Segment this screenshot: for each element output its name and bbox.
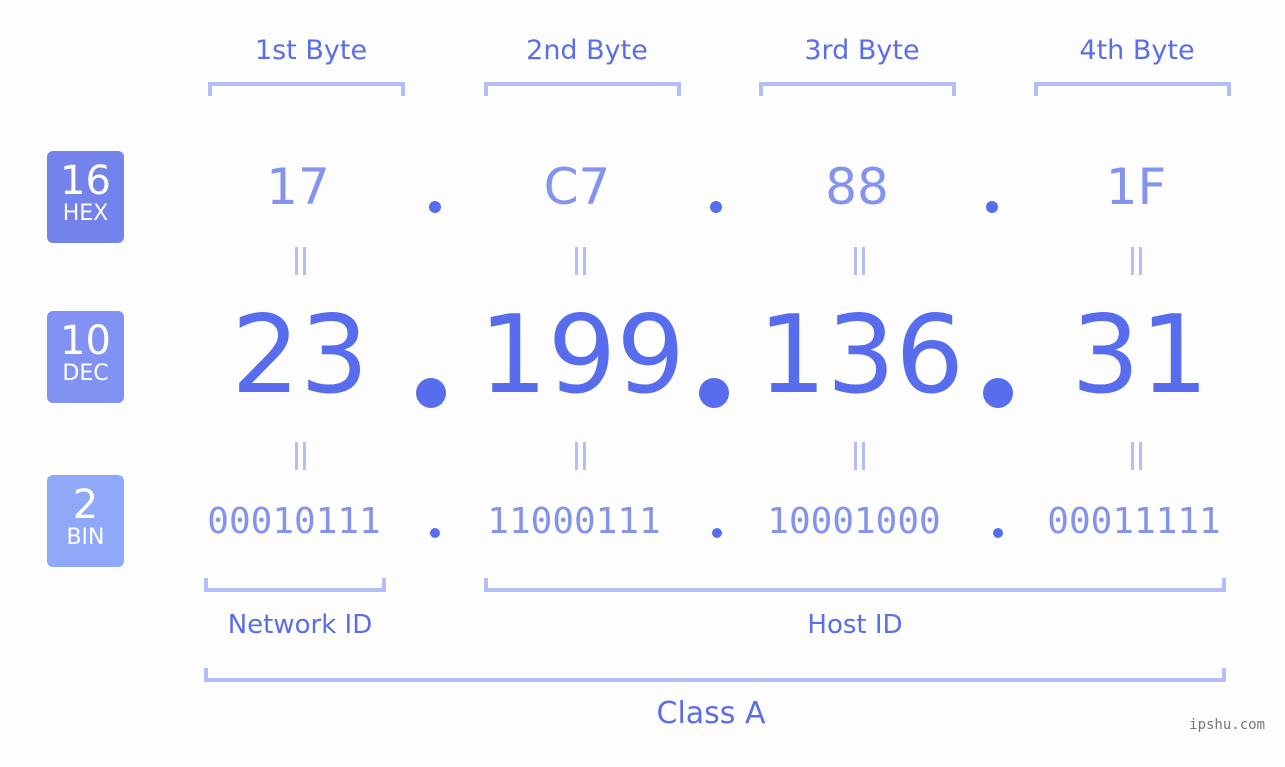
byte-bracket-4 bbox=[1034, 82, 1231, 96]
byte-bracket-2 bbox=[484, 82, 681, 96]
hex-dot-3 bbox=[986, 201, 998, 213]
hex-dot-1 bbox=[429, 201, 441, 213]
dec-octet-1: 23 bbox=[231, 293, 369, 418]
hex-octet-2: C7 bbox=[543, 158, 611, 216]
dec-badge: 10 DEC bbox=[47, 311, 124, 403]
byte-header-1: 1st Byte bbox=[254, 35, 368, 66]
byte-header-3: 3rd Byte bbox=[804, 35, 920, 66]
bin-badge-number: 2 bbox=[72, 482, 99, 528]
hex-dot-2 bbox=[710, 201, 722, 213]
bin-dot-1 bbox=[430, 528, 440, 538]
bin-dot-2 bbox=[712, 528, 722, 538]
equals-vertical-icon bbox=[849, 247, 869, 275]
bin-octet-1: 00010111 bbox=[207, 501, 381, 542]
network-id-label: Network ID bbox=[227, 610, 373, 640]
hex-octet-1: 17 bbox=[266, 158, 330, 216]
equals-vertical-icon bbox=[290, 247, 310, 275]
bin-octet-3: 10001000 bbox=[767, 501, 941, 542]
hex-badge: 16 HEX bbox=[47, 151, 124, 243]
equals-vertical-icon bbox=[1126, 247, 1146, 275]
hex-octet-4: 1F bbox=[1105, 158, 1167, 216]
dec-dot-2 bbox=[699, 378, 729, 408]
dec-octet-2: 199 bbox=[478, 293, 686, 418]
watermark: ipshu.com bbox=[1189, 717, 1265, 733]
host-id-bracket bbox=[484, 578, 1226, 592]
dec-dot-1 bbox=[416, 378, 446, 408]
class-label: Class A bbox=[656, 696, 766, 731]
bin-octet-2: 11000111 bbox=[487, 501, 661, 542]
equals-vertical-icon bbox=[290, 442, 310, 470]
dec-badge-label: DEC bbox=[62, 361, 109, 386]
bin-octet-4: 00011111 bbox=[1047, 501, 1221, 542]
byte-header-4: 4th Byte bbox=[1079, 35, 1195, 66]
host-id-label: Host ID bbox=[807, 610, 903, 640]
hex-octet-3: 88 bbox=[825, 158, 889, 216]
dec-octet-4: 31 bbox=[1071, 293, 1209, 418]
hex-badge-number: 16 bbox=[60, 158, 111, 204]
equals-vertical-icon bbox=[570, 442, 590, 470]
bin-dot-3 bbox=[993, 528, 1003, 538]
equals-vertical-icon bbox=[570, 247, 590, 275]
equals-vertical-icon bbox=[1126, 442, 1146, 470]
class-bracket bbox=[204, 668, 1226, 682]
dec-dot-3 bbox=[983, 378, 1013, 408]
byte-bracket-3 bbox=[759, 82, 956, 96]
dec-octet-3: 136 bbox=[757, 293, 965, 418]
byte-header-2: 2nd Byte bbox=[526, 35, 648, 66]
byte-bracket-1 bbox=[208, 82, 405, 96]
bin-badge-label: BIN bbox=[66, 525, 105, 550]
network-id-bracket bbox=[204, 578, 386, 592]
hex-badge-label: HEX bbox=[62, 201, 109, 226]
equals-vertical-icon bbox=[849, 442, 869, 470]
bin-badge: 2 BIN bbox=[47, 475, 124, 567]
dec-badge-number: 10 bbox=[60, 318, 111, 364]
